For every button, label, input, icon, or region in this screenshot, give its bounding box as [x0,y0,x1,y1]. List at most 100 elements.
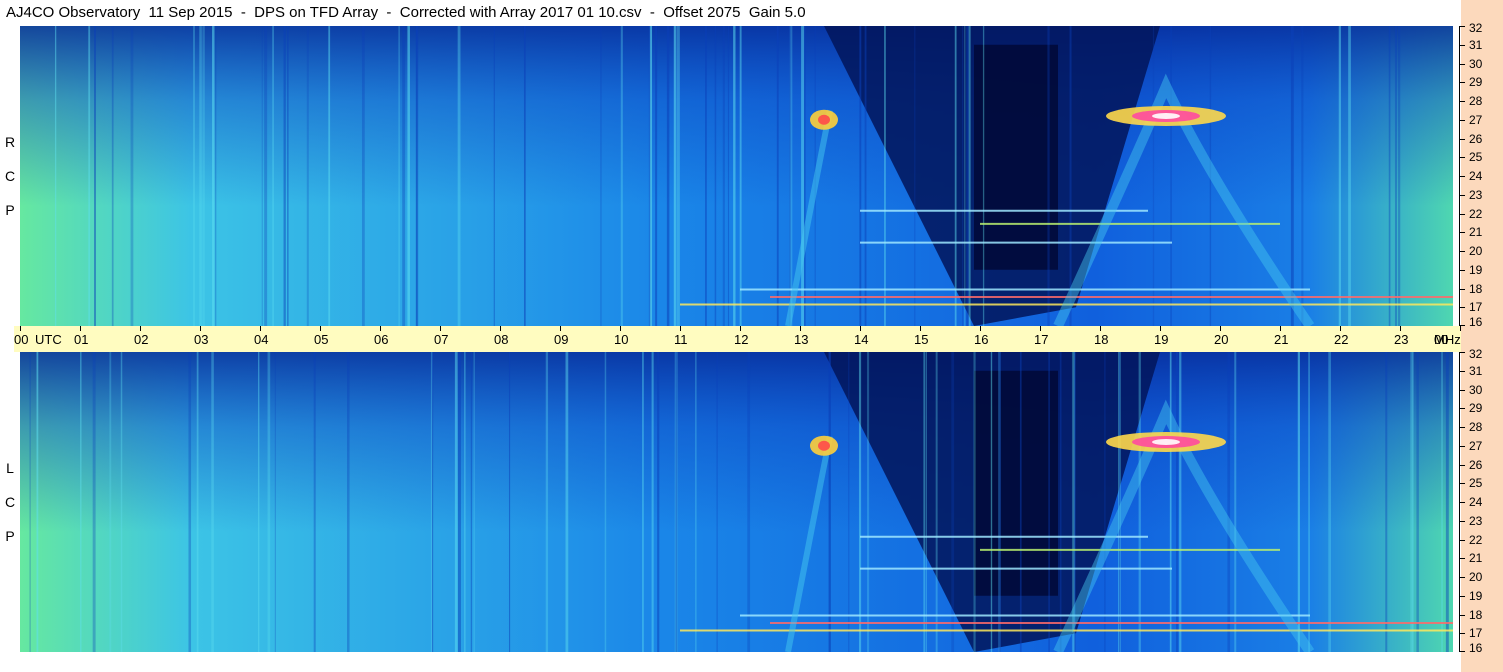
utc-tick-mark [80,326,81,331]
lcp-freq-label: 22 [1469,532,1483,547]
rcp-freq-tick [1459,307,1465,309]
rcp-vertical-line [130,26,134,326]
utc-tick-mark [1280,326,1281,331]
rcp-vertical-line [733,26,736,326]
rcp-freq-label: 23 [1469,187,1483,202]
lcp-letter-2: C [4,494,16,510]
rcp-vertical-line [493,26,495,326]
rcp-vertical-line [739,26,742,326]
rcp-vertical-line [306,26,309,326]
mhz-unit-label: MHz [1434,332,1461,347]
lcp-freq-tick [1459,520,1465,522]
utc-tick-mark [1400,326,1401,331]
rcp-vertical-line [964,26,966,326]
lcp-vertical-line [998,352,1002,652]
lcp-freq-label: 28 [1469,420,1483,434]
rcp-vertical-line [803,26,806,326]
rcp-horizontal-stripe [770,296,1453,298]
rcp-vertical-line [88,26,91,326]
lcp-vertical-line [188,352,192,652]
lcp-vertical-line [120,352,123,652]
lcp-vertical-line [1328,352,1331,652]
rcp-vertical-line [54,26,57,326]
rcp-freq-label: 27 [1469,112,1483,127]
lcp-freq-label: 20 [1469,570,1483,584]
utc-tick-mark [620,326,621,331]
utc-hour-label: 09 [554,332,569,347]
rcp-vertical-line [328,26,331,326]
lcp-vertical-line [1297,352,1300,652]
rcp-vertical-line [650,26,653,326]
utc-hour-label: 06 [374,332,389,347]
utc-hour-label: 01 [74,332,89,347]
lcp-freq-tick [1459,502,1465,503]
utc-hour-label: 15 [914,332,929,347]
lcp-vertical-line [935,352,938,652]
lcp-freq-tick [1459,539,1465,541]
lcp-freq-label: 24 [1469,495,1483,509]
lcp-vertical-line [1227,352,1231,652]
rcp-vertical-line [966,26,969,326]
rcp-vertical-line [727,26,730,326]
rcp-vertical-line [1388,26,1391,326]
lcp-horizontal-stripe [770,622,1453,624]
rcp-horizontal-stripe [740,288,1310,291]
lcp-vertical-line [1138,352,1141,652]
utc-hour-label: 18 [1094,332,1109,347]
lcp-vertical-line [109,352,112,652]
lcp-vertical-line [1169,352,1172,652]
lcp-freq-label: 25 [1469,476,1483,491]
lcp-vertical-line [454,352,458,652]
rcp-freq-tick [1459,63,1465,65]
rcp-vertical-line [600,26,602,326]
rcp-freq-label: 26 [1469,131,1483,146]
rcp-vertical-line [859,26,862,326]
rcp-freq-label: 18 [1469,281,1483,296]
rcp-vertical-line [283,26,286,326]
rcp-vertical-line [714,26,717,326]
utc-hour-label: 05 [314,332,329,347]
lcp-upper-dim [20,352,1453,652]
utc-tick-mark [680,326,681,331]
rcp-freq-label: 21 [1469,225,1483,240]
rcp-freq-tick [1459,194,1465,196]
rcp-label-column: R C P [0,26,20,326]
rcp-freq-label: 25 [1469,150,1483,165]
utc-tick-mark [320,326,321,331]
rcp-vertical-line [457,26,461,326]
rcp-vertical-line [214,26,217,326]
lcp-vertical-line [1385,352,1388,652]
lcp-vertical-line [1019,352,1022,652]
rcp-vertical-line [398,26,400,326]
rcp-vertical-line [199,26,202,326]
rcp-freq-label: 22 [1469,206,1483,221]
utc-hour-label: 12 [734,332,749,347]
lcp-vertical-line [716,352,718,652]
utc-tick-mark [980,326,981,331]
rcp-freq-tick [1459,288,1465,290]
rcp-vertical-line [212,26,215,326]
utc-tick-mark [560,326,561,331]
rcp-vertical-line [954,26,957,326]
lcp-vertical-line [508,352,511,652]
rcp-freq-label: 24 [1469,169,1483,183]
lcp-frequency-axis: 32 31 30 29 28 27 26 25 24 23 22 21 20 19 18 17 16 [1453,348,1503,654]
utc-hour-label: 22 [1334,332,1349,347]
rcp-vertical-line [193,26,195,326]
utc-hour-label: 11 [674,332,688,347]
utc-hour-label: 00 [14,332,29,347]
utc-tick-mark [1160,326,1161,331]
rcp-vertical-line [864,26,867,326]
lcp-vertical-line [1234,352,1237,652]
rcp-freq-label: 32 [1469,21,1483,35]
lcp-freq-label: 31 [1469,363,1483,378]
rcp-freq-label: 16 [1469,315,1483,329]
lcp-vertical-line [36,352,39,652]
rcp-vertical-line [111,26,114,326]
rcp-freq-tick [1459,213,1465,215]
utc-time-axis: 00 UTC 01 02 03 04 05 06 07 08 09 10 11 12 13 14 15 16 17 1… [14,326,1461,352]
lcp-freq-tick [1459,483,1465,485]
lcp-vertical-line [457,352,461,652]
lcp-vertical-line [473,352,475,652]
lcp-freq-label: 21 [1469,551,1483,566]
